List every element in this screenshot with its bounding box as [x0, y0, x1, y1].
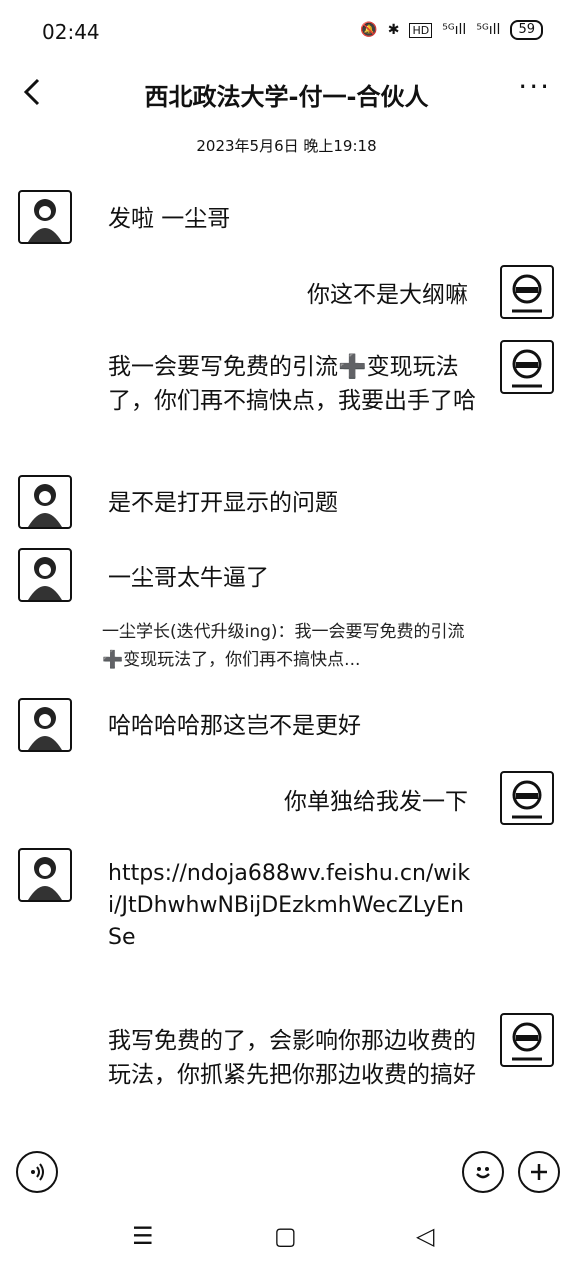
avatar[interactable]	[18, 548, 72, 602]
hd-icon: HD	[409, 22, 433, 38]
chat-title: 西北政法大学-付一-合伙人	[144, 83, 429, 111]
message-text: 一尘哥太牛逼了	[108, 565, 269, 591]
avatar[interactable]	[500, 1013, 554, 1067]
message-text: 你这不是大纲嘛	[307, 282, 468, 308]
status-bar: 02:44 🔕 ✱ HD ⁵ᴳıll ⁵ᴳıll 59	[0, 0, 573, 62]
emoji-icon[interactable]	[462, 1151, 504, 1193]
avatar[interactable]	[18, 475, 72, 529]
avatar[interactable]	[500, 265, 554, 319]
avatar[interactable]	[500, 771, 554, 825]
input-bar	[0, 1145, 573, 1201]
status-icons: 🔕 ✱ HD ⁵ᴳıll ⁵ᴳıll 59	[360, 20, 543, 40]
message-text: 发啦 一尘哥	[108, 206, 231, 232]
more-icon[interactable]: ···	[518, 70, 551, 103]
avatar[interactable]	[18, 190, 72, 244]
back-icon[interactable]: ◁	[416, 1222, 434, 1250]
message-text: 是不是打开显示的问题	[108, 490, 338, 516]
avatar[interactable]	[500, 340, 554, 394]
signal-5g-icon: ⁵ᴳıll	[476, 22, 501, 38]
battery-icon: 59	[510, 20, 543, 40]
signal-5g-icon: ⁵ᴳıll	[442, 22, 467, 38]
message-link[interactable]: https://ndoja688wv.feishu.cn/wiki/JtDhwh…	[108, 858, 473, 954]
home-icon[interactable]: ▢	[274, 1222, 297, 1250]
timestamp: 2023年5月6日 晚上19:18	[196, 137, 377, 155]
status-time: 02:44	[42, 20, 100, 44]
chat-header: 西北政法大学-付一-合伙人 ···	[0, 62, 573, 124]
bluetooth-icon: ✱	[387, 22, 400, 38]
mute-icon: 🔕	[360, 22, 378, 38]
message-text: 你单独给我发一下	[284, 789, 468, 815]
message-text: 我写免费的了，会影响你那边收费的玩法，你抓紧先把你那边收费的搞好	[108, 1028, 476, 1088]
avatar[interactable]	[18, 848, 72, 902]
avatar[interactable]	[18, 698, 72, 752]
plus-icon[interactable]	[518, 1151, 560, 1193]
system-nav: ☰ ▢ ◁	[0, 1222, 573, 1272]
message-text: 我一会要写免费的引流➕变现玩法了，你们再不搞快点，我要出手了哈	[108, 354, 476, 414]
quoted-message[interactable]: 一尘学长(迭代升级ing)：我一会要写免费的引流➕变现玩法了，你们再不搞快点..…	[102, 618, 472, 674]
message-text: 哈哈哈哈那这岂不是更好	[108, 713, 361, 739]
menu-icon[interactable]: ☰	[132, 1222, 154, 1250]
voice-icon[interactable]	[16, 1151, 58, 1193]
